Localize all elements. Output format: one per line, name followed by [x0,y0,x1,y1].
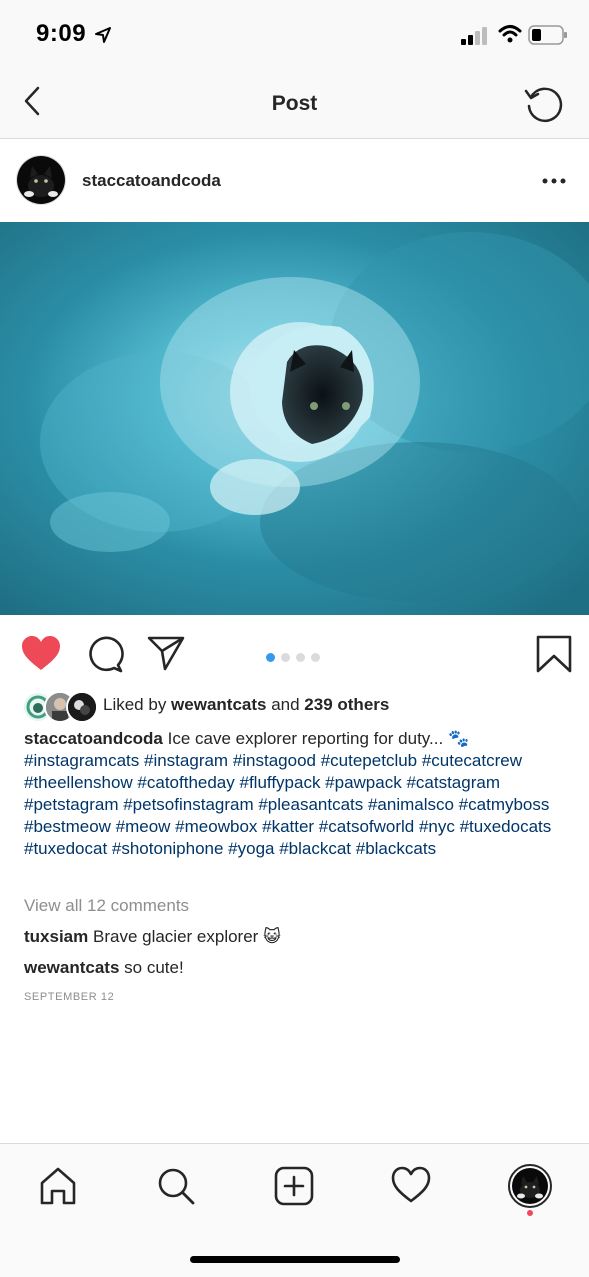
profile-tab-avatar[interactable] [508,1164,552,1208]
new-post-tab-icon[interactable] [274,1165,314,1207]
carousel-dot [296,653,305,662]
caption-username[interactable]: staccatoandcoda [24,729,163,748]
liker-avatars[interactable] [22,691,98,723]
likes-summary[interactable]: Liked by wewantcats and 239 others [103,695,389,715]
refresh-button[interactable] [522,82,566,126]
likes-prefix: Liked by [103,695,172,714]
comment-item: tuxsiam Brave glacier explorer 😺 [24,927,281,947]
post-caption: staccatoandcoda Ice cave explorer report… [24,728,569,860]
black-cat-avatar-image [17,156,65,204]
comment-text: Brave glacier explorer [92,927,259,946]
liker-avatar [66,691,98,723]
carousel-dot-active [266,653,275,662]
home-tab-icon[interactable] [38,1165,78,1207]
post-author-username[interactable]: staccatoandcoda [82,171,221,191]
location-arrow-icon [95,27,111,43]
search-tab-icon[interactable] [156,1165,196,1207]
likes-user-link[interactable]: wewantcats [171,695,266,714]
smiling-cat-emoji: 😺 [263,927,281,946]
comment-text: so cute! [124,958,184,977]
more-options-button[interactable] [540,170,568,192]
comment-item: wewantcats so cute! [24,958,184,978]
home-indicator[interactable] [190,1256,400,1263]
carousel-dot [281,653,290,662]
caption-hashtags[interactable]: #instagramcats #instagram #instagood #cu… [24,751,551,858]
likes-count-link[interactable]: 239 others [304,695,389,714]
view-all-comments-link[interactable]: View all 12 comments [24,896,189,916]
share-send-icon[interactable] [146,634,186,672]
paw-prints-emoji: 🐾 [447,729,470,748]
like-heart-icon[interactable] [20,635,62,673]
post-date: SEPTEMBER 12 [24,991,115,1003]
wifi-icon [498,25,522,43]
notification-dot [527,1210,533,1216]
comment-username[interactable]: wewantcats [24,958,119,977]
comment-icon[interactable] [85,634,125,674]
status-time: 9:09 [36,20,87,47]
carousel-indicator [266,649,326,667]
black-cat-avatar-image [512,1168,548,1204]
carousel-dot [311,653,320,662]
cellular-signal-icon [461,27,487,45]
page-title: Post [271,92,318,115]
cat-in-ice-tunnel-image [0,222,589,615]
post-author-avatar[interactable] [16,155,66,205]
battery-icon [528,25,567,45]
activity-heart-tab-icon[interactable] [391,1165,431,1207]
save-bookmark-icon[interactable] [534,634,574,674]
caption-text: Ice cave explorer reporting for duty... [167,729,444,748]
likes-middle: and [266,695,305,714]
post-photo[interactable] [0,222,589,615]
comment-username[interactable]: tuxsiam [24,927,88,946]
